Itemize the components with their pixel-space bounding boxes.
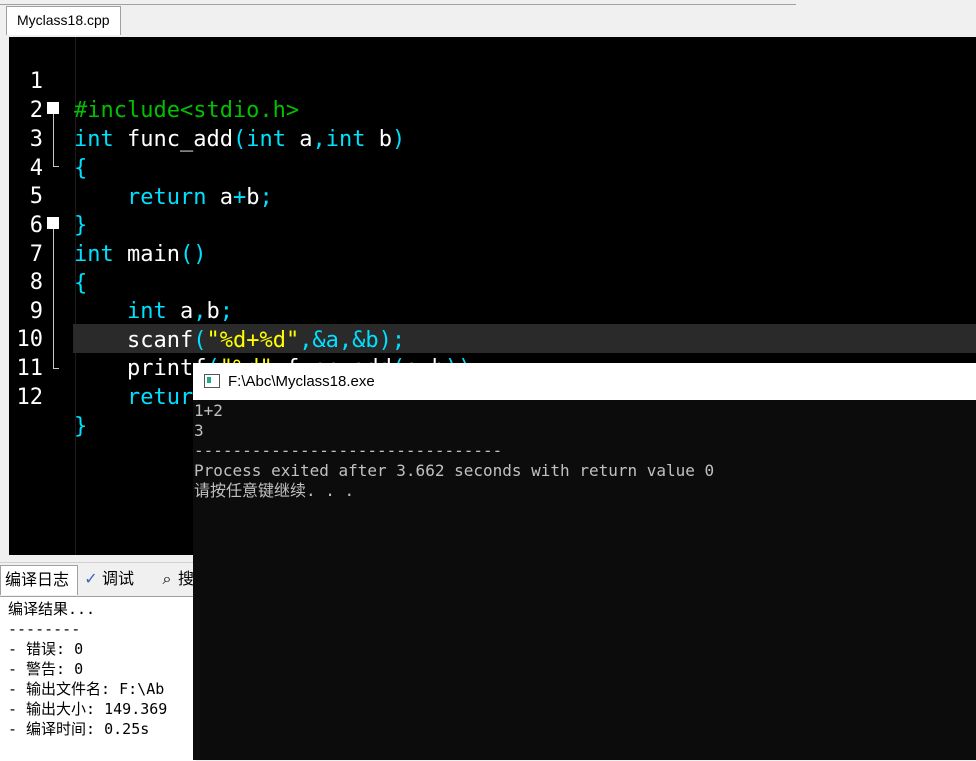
console-line: Process exited after 3.662 seconds with … xyxy=(194,461,715,480)
code-line: 4 return a+b; xyxy=(9,125,273,210)
code-token: int xyxy=(325,127,366,152)
tab-search-label: 搜 xyxy=(178,571,195,588)
code-line: 7 { xyxy=(9,211,88,296)
code-token: b xyxy=(246,185,260,210)
code-token: { xyxy=(74,271,88,296)
code-token: ,&a,&b xyxy=(299,328,379,353)
code-token: } xyxy=(74,414,88,439)
code-token: + xyxy=(232,185,247,210)
compile-log-panel[interactable]: 编译结果... -------- - 错误: 0 - 警告: 0 - 输出文件名… xyxy=(0,596,196,761)
console-line: 1+2 xyxy=(194,401,223,420)
tab-strip-divider xyxy=(0,4,796,5)
search-icon: ⌕ xyxy=(162,571,172,588)
log-line: 编译结果... xyxy=(8,600,96,618)
code-token: #include<stdio.h> xyxy=(74,98,300,123)
code-token: } xyxy=(74,213,88,238)
tab-debug-label: 调试 xyxy=(102,571,135,588)
log-line: -------- xyxy=(8,620,81,638)
editor-tab-strip: Myclass18.cpp xyxy=(0,0,976,37)
code-line: 5 } xyxy=(9,153,88,238)
tab-search[interactable]: ⌕ 搜 xyxy=(158,565,196,595)
code-token: ; xyxy=(219,299,233,324)
code-token: () xyxy=(179,242,207,267)
console-title-bar[interactable]: F:\Abc\Myclass18.exe xyxy=(193,363,976,400)
checkmark-icon: ✓ xyxy=(84,571,98,588)
console-app-icon xyxy=(204,374,220,388)
code-token: ( xyxy=(232,127,247,152)
code-token: , xyxy=(193,299,207,324)
code-token: scanf xyxy=(126,328,194,353)
code-token: { xyxy=(74,156,88,181)
tab-compile-log[interactable]: 编译日志 xyxy=(0,565,78,595)
console-window[interactable]: F:\Abc\Myclass18.exe 1+2 3 -------------… xyxy=(193,363,976,760)
log-line: - 警告: 0 xyxy=(8,660,84,678)
code-token: b xyxy=(365,127,392,152)
code-token: "%d+%d" xyxy=(206,328,300,353)
code-line: 3 { xyxy=(9,96,88,181)
code-token: b xyxy=(206,299,220,324)
code-token: ( xyxy=(193,328,207,353)
code-token: , xyxy=(312,127,326,152)
log-line: - 输出大小: 149.369 xyxy=(8,700,168,718)
tab-compile-log-label: 编译日志 xyxy=(5,572,70,589)
code-token: a xyxy=(285,127,313,152)
code-line: 12 } xyxy=(9,354,88,439)
tab-debug[interactable]: ✓ 调试 xyxy=(82,565,152,595)
file-tab-myclass18[interactable]: Myclass18.cpp xyxy=(6,6,121,35)
code-line: 10 printf("%d",func_add(a,b)); xyxy=(9,296,485,381)
bottom-panel-tabs: 编译日志 ✓ 调试 ⌕ 搜 xyxy=(0,562,196,597)
code-token: a xyxy=(166,299,194,324)
line-number: 12 xyxy=(16,385,44,410)
code-token: main xyxy=(113,242,180,267)
code-token: ) xyxy=(391,127,406,152)
code-token: ); xyxy=(378,328,406,353)
code-line: 11 return 0; xyxy=(9,325,247,410)
code-line: 8 int a,b; xyxy=(9,239,233,324)
code-token: int xyxy=(126,299,167,324)
code-token: func_add xyxy=(113,127,233,152)
code-token: int xyxy=(246,127,286,152)
code-line: 9 scanf("%d+%d",&a,&b); xyxy=(9,268,405,353)
log-line: - 编译时间: 0.25s xyxy=(8,720,150,738)
console-line: 请按任意键继续. . . xyxy=(194,481,355,500)
code-token: int xyxy=(74,127,114,152)
console-line: -------------------------------- xyxy=(194,441,503,460)
code-token: a xyxy=(206,185,233,210)
log-line: - 错误: 0 xyxy=(8,640,84,658)
code-line: 1 #include<stdio.h> xyxy=(9,38,299,123)
code-token: return xyxy=(126,185,207,210)
code-token: int xyxy=(74,242,114,267)
log-line: - 输出文件名: F:\Ab xyxy=(8,680,165,698)
code-token: ; xyxy=(259,185,273,210)
console-line: 3 xyxy=(194,421,204,440)
code-line: 2 int func_add(int a,int b) xyxy=(9,67,405,152)
code-line: 6 int main() xyxy=(9,182,207,267)
console-title: F:\Abc\Myclass18.exe xyxy=(228,373,375,390)
